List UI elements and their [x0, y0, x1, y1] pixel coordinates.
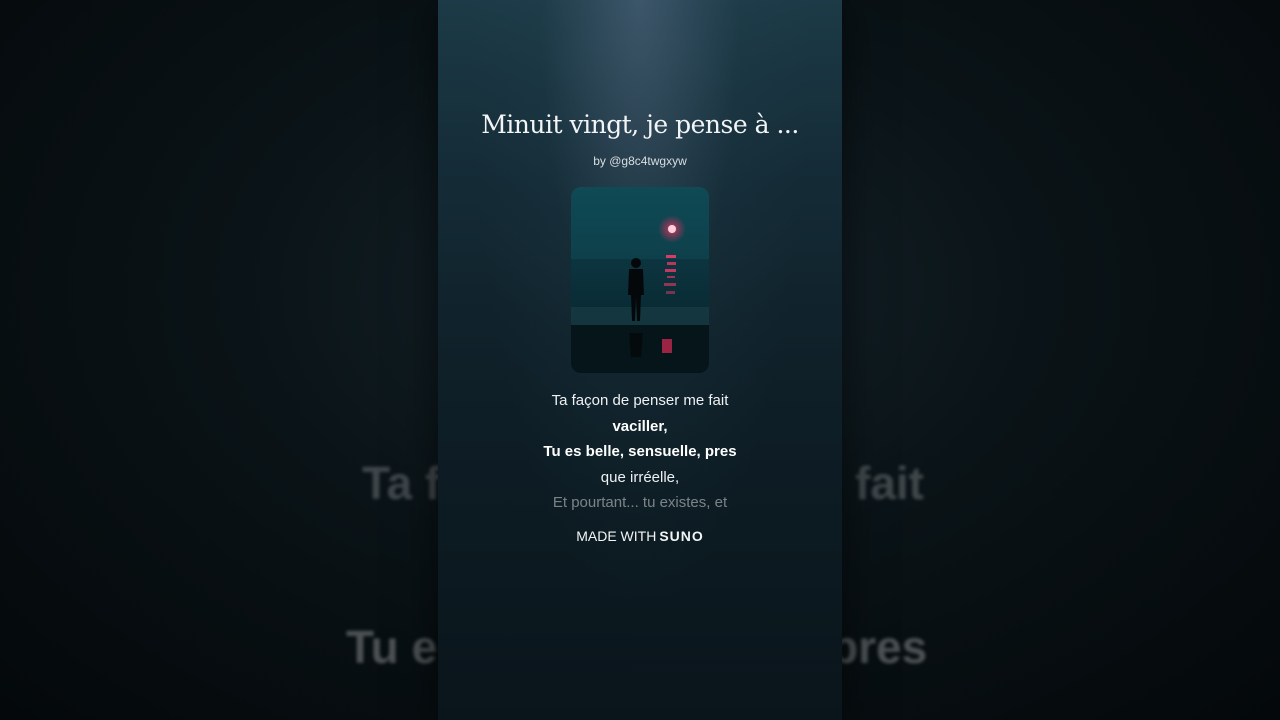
- cover-art-image: [571, 187, 709, 373]
- background-lyric-text: fait: [855, 457, 924, 509]
- song-card: Minuit vingt, je pense à ... by @g8c4twg…: [438, 0, 842, 720]
- made-with-suno-credit: MADE WITH SUNO: [438, 528, 842, 544]
- lyric-line-upcoming: Et pourtant... tu existes, et: [552, 494, 728, 511]
- artist-byline: by @g8c4twgxyw: [593, 154, 687, 168]
- background-lyric-text: pres: [830, 621, 928, 673]
- lyric-line-active: vaciller,: [612, 417, 668, 435]
- song-title: Minuit vingt, je pense à ...: [481, 110, 799, 139]
- video-frame: Ta fa fait Tu e pres Minuit vingt, je pe…: [0, 0, 1280, 720]
- lyric-line: que irréelle,: [600, 468, 680, 486]
- lyric-line-active: Tu es belle, sensuelle, pres: [543, 443, 737, 460]
- background-lyric-text: Tu e: [346, 621, 438, 673]
- lyric-line: Ta façon de penser me fait: [551, 392, 729, 409]
- made-with-label: MADE WITH: [576, 528, 657, 544]
- suno-logo: SUNO: [659, 528, 704, 544]
- lyrics-panel: Ta façon de penser me fait vaciller, Tu …: [438, 388, 842, 516]
